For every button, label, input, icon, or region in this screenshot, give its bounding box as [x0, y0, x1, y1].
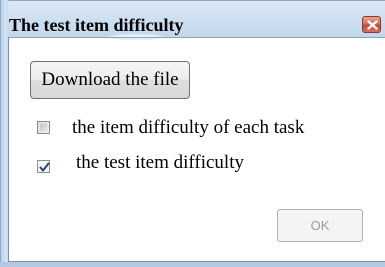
- item-difficulty-each-task-label[interactable]: the item difficulty of each task: [72, 117, 304, 139]
- close-button[interactable]: [362, 16, 381, 33]
- download-file-button[interactable]: Download the file: [30, 61, 190, 99]
- checkmark-icon: [39, 162, 50, 172]
- ok-button[interactable]: OK: [277, 209, 363, 242]
- window-frame-bottom: [0, 262, 385, 267]
- item-difficulty-each-task-checkbox[interactable]: [37, 121, 50, 134]
- title-bar-divider: [8, 37, 385, 38]
- checkbox-fill: [40, 124, 47, 131]
- window-title: The test item difficulty: [9, 15, 184, 35]
- test-item-difficulty-checkbox[interactable]: [37, 160, 50, 173]
- title-bar[interactable]: The test item difficulty: [0, 0, 385, 40]
- test-item-difficulty-label[interactable]: the test item difficulty: [76, 152, 244, 174]
- window-frame-left-edge: [8, 37, 9, 267]
- close-icon: [367, 20, 378, 30]
- window-frame-left: [0, 0, 8, 267]
- dialog-window: The test item difficulty Download the fi…: [0, 0, 385, 267]
